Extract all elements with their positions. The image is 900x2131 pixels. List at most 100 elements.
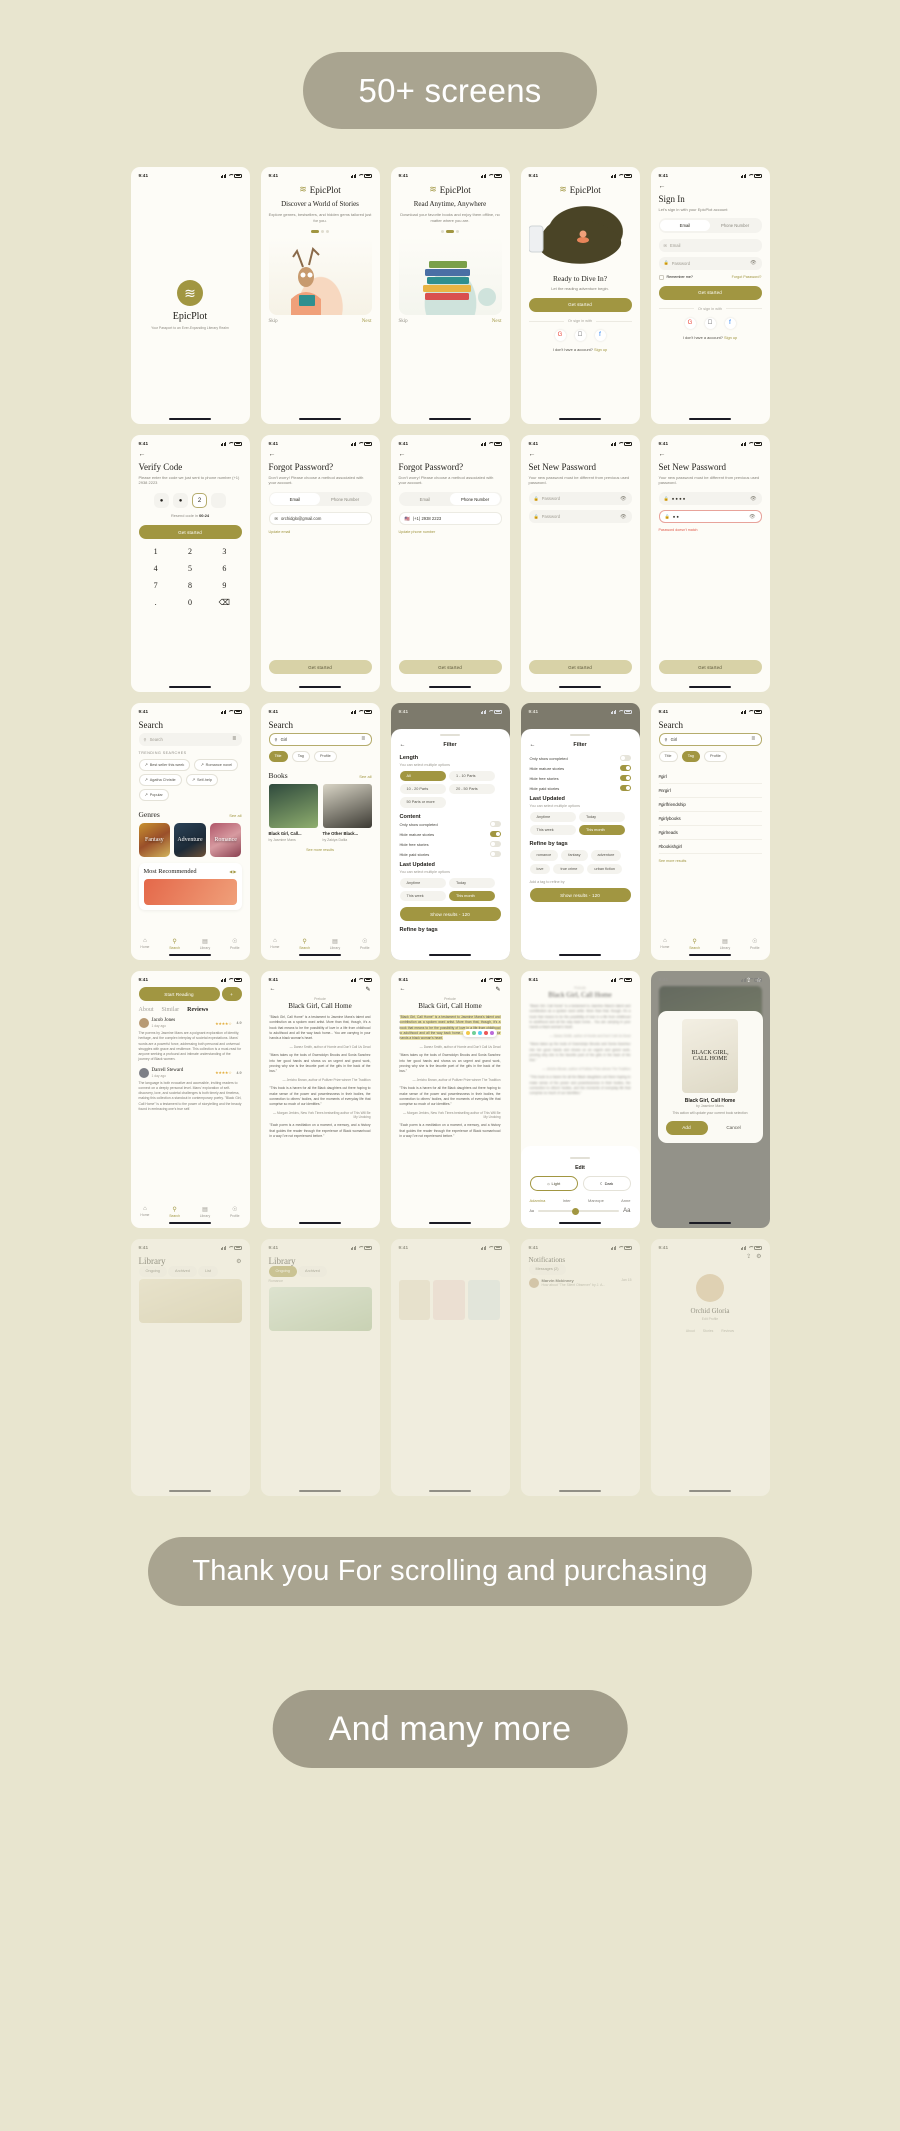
social-buttons[interactable]: G  f	[659, 317, 762, 329]
screen-library-grid[interactable]: 9:41 Library Ongoing Archived Romance	[260, 1239, 380, 1496]
otp-input-group[interactable]: ● ● 2	[139, 493, 242, 509]
tag-result-item[interactable]: #nrgirl	[658, 784, 762, 798]
last-updated-option[interactable]: This week	[529, 824, 576, 836]
screen-reader-highlight[interactable]: 9:41 ← ✎ Prelude Black Girl, Call Home "…	[390, 971, 510, 1228]
content-toggle-row[interactable]: Hide free stories	[400, 841, 501, 848]
tab-tag[interactable]: Tag	[291, 750, 310, 762]
search-input[interactable]: ⚲ Girl ≣	[268, 732, 372, 746]
confirm-password-field[interactable]: 🔒 ● ● 👁	[658, 510, 762, 524]
bookmark-icon[interactable]: ☆	[756, 977, 761, 984]
edit-profile-link[interactable]: Edit Profile	[659, 1317, 762, 1321]
key-dot[interactable]: .	[139, 598, 173, 607]
color-red[interactable]	[483, 1031, 488, 1035]
add-to-library-button[interactable]: +	[221, 987, 242, 1001]
message-item[interactable]: Marvin Mckinney Jan 15 How about "The Si…	[528, 1277, 632, 1288]
tag-options[interactable]: romance fantasy adventure love true crim…	[529, 850, 631, 874]
tab-profile[interactable]: ☉ Profile	[230, 938, 240, 951]
back-icon[interactable]: ←	[659, 451, 666, 458]
trending-chip[interactable]: ↗ Agatha Christie	[138, 773, 182, 786]
tab-library[interactable]: ▤ Library	[720, 938, 730, 951]
content-toggle-row[interactable]: Hide mature stories	[400, 831, 501, 838]
method-tabs[interactable]: Email Phone Number	[268, 492, 372, 507]
remember-me-row[interactable]: Remember me?	[658, 274, 693, 280]
back-icon[interactable]: ←	[659, 183, 666, 190]
next-button[interactable]: Next	[362, 319, 372, 324]
font-options[interactable]: Adamina Inter Manrope Anne	[530, 1198, 631, 1203]
tab-archived[interactable]: Archived	[168, 1266, 197, 1277]
reader-edit-sheet[interactable]: Edit ☼ Light ☾ Dark Adamina Inter Manrop…	[520, 1146, 640, 1228]
add-tag-hint[interactable]: Add a tag to refine by	[530, 880, 631, 884]
email-field[interactable]: ✉ Email	[658, 238, 762, 252]
key-0[interactable]: 0	[173, 598, 207, 607]
method-tabs[interactable]: Email Phone Number	[658, 218, 762, 233]
screen-sign-in[interactable]: 9:41 ← Sign In Let's sign in with your E…	[650, 167, 770, 424]
tab-phone[interactable]: Phone Number	[320, 493, 370, 505]
edit-icon[interactable]: ✎	[365, 986, 370, 993]
key-6[interactable]: 6	[207, 564, 241, 573]
reader-paragraph-highlighted[interactable]: "Black Girl, Call Home" is a testament t…	[399, 1015, 501, 1041]
share-icon[interactable]: ⇪	[746, 1253, 751, 1260]
last-updated-option-selected[interactable]: This month	[578, 824, 626, 836]
tab-search[interactable]: ⚲ Search	[169, 938, 180, 951]
tag-option[interactable]: love	[529, 863, 551, 874]
filter-icon[interactable]: ≣	[232, 736, 236, 742]
tag-option[interactable]: romance	[529, 850, 559, 861]
key-backspace-icon[interactable]: ⌫	[207, 598, 241, 607]
content-toggle-row[interactable]: Hide paid stories	[530, 785, 631, 791]
edit-icon[interactable]: ✎	[495, 986, 500, 993]
back-icon[interactable]: ←	[139, 451, 146, 458]
slider-track[interactable]	[537, 1207, 620, 1215]
get-started-button[interactable]: Get started	[658, 660, 762, 674]
see-all-link[interactable]: See all	[359, 774, 371, 779]
filter-sheet[interactable]: ← Filter Length You can select multiple …	[390, 729, 510, 960]
last-updated-option[interactable]: Anytime	[399, 877, 446, 888]
screen-search-results[interactable]: 9:41 Search ⚲ Girl ≣ Title Tag Profile B…	[260, 703, 380, 960]
last-updated-options[interactable]: Anytime Today This week This month	[399, 877, 501, 902]
tab-list[interactable]: List	[197, 1266, 218, 1277]
google-icon[interactable]: G	[554, 329, 566, 341]
color-yellow[interactable]	[465, 1031, 470, 1035]
confirm-password-field[interactable]: 🔒 Password 👁	[528, 510, 632, 524]
tab-ongoing[interactable]: Ongoing	[138, 1266, 167, 1277]
apple-icon[interactable]: 	[574, 329, 586, 341]
length-option[interactable]: 10 - 20 Parts	[399, 783, 446, 795]
content-toggle-row[interactable]: Hide paid stories	[400, 851, 501, 858]
eye-off-icon[interactable]: 👁	[750, 496, 756, 502]
screen-splash[interactable]: 9:41 ≋ EpicPlot Your Passport to an Ever…	[130, 167, 250, 424]
back-icon[interactable]: ←	[270, 986, 276, 993]
tab-phone[interactable]: Phone Number	[710, 220, 760, 232]
carousel-arrows[interactable]: ◀ ▶	[229, 869, 236, 874]
signup-footnote[interactable]: I don't have a account? Sign up	[659, 335, 762, 340]
screen-book-reviews[interactable]: 9:41 Start Reading + About Similar Revie…	[130, 971, 250, 1228]
screen-add-book-modal[interactable]: 9:41 Start Reading About Similar Reviews…	[650, 971, 770, 1228]
trending-chip[interactable]: ↗ Best seller this week	[138, 758, 191, 771]
numeric-keypad[interactable]: 1 2 3 4 5 6 7 8 9 . 0 ⌫	[139, 547, 242, 607]
content-toggle-row[interactable]: Only show completed	[530, 755, 631, 761]
tab-messages[interactable]: Messages (2)	[528, 1264, 566, 1275]
book-card[interactable]: Black Girl, Call... by Jasmine Mans	[268, 783, 318, 842]
filter-sheet[interactable]: ← Filter Only show completed Hide mature…	[520, 729, 640, 960]
get-started-button[interactable]: Get started	[658, 285, 762, 300]
filter-icon[interactable]: ≣	[361, 736, 365, 742]
slider-knob[interactable]	[572, 1207, 580, 1215]
show-results-button[interactable]: Show results - 120	[529, 888, 631, 902]
last-updated-option[interactable]: Today	[448, 877, 496, 888]
most-recommended-card[interactable]: Most Recommended ◀ ▶	[138, 863, 242, 911]
action-row[interactable]: Start Reading +	[138, 987, 242, 1001]
toggle-hide-paid[interactable]	[489, 851, 501, 858]
new-password-field[interactable]: 🔒 ● ● ● ● 👁	[658, 492, 762, 506]
length-options[interactable]: All 1 - 10 Parts 10 - 20 Parts 20 - 50 P…	[399, 770, 501, 808]
eye-off-icon[interactable]: 👁	[749, 514, 755, 520]
screen-notifications[interactable]: 9:41 Notifications Messages (2) Marvin M…	[520, 1239, 640, 1496]
tag-result-item[interactable]: #girlybooks	[658, 812, 762, 826]
cancel-button[interactable]: Cancel	[713, 1121, 755, 1135]
back-icon[interactable]: ←	[399, 451, 406, 458]
key-4[interactable]: 4	[139, 564, 173, 573]
tab-search[interactable]: ⚲ Search	[169, 1206, 180, 1219]
length-option[interactable]: 20 - 50 Parts	[448, 783, 496, 795]
content-toggle-row[interactable]: Only show completed	[400, 821, 501, 828]
library-book-cover[interactable]	[138, 1278, 242, 1323]
book-cover[interactable]	[268, 783, 318, 828]
color-green[interactable]	[471, 1031, 476, 1035]
recommended-cover[interactable]	[143, 879, 237, 906]
